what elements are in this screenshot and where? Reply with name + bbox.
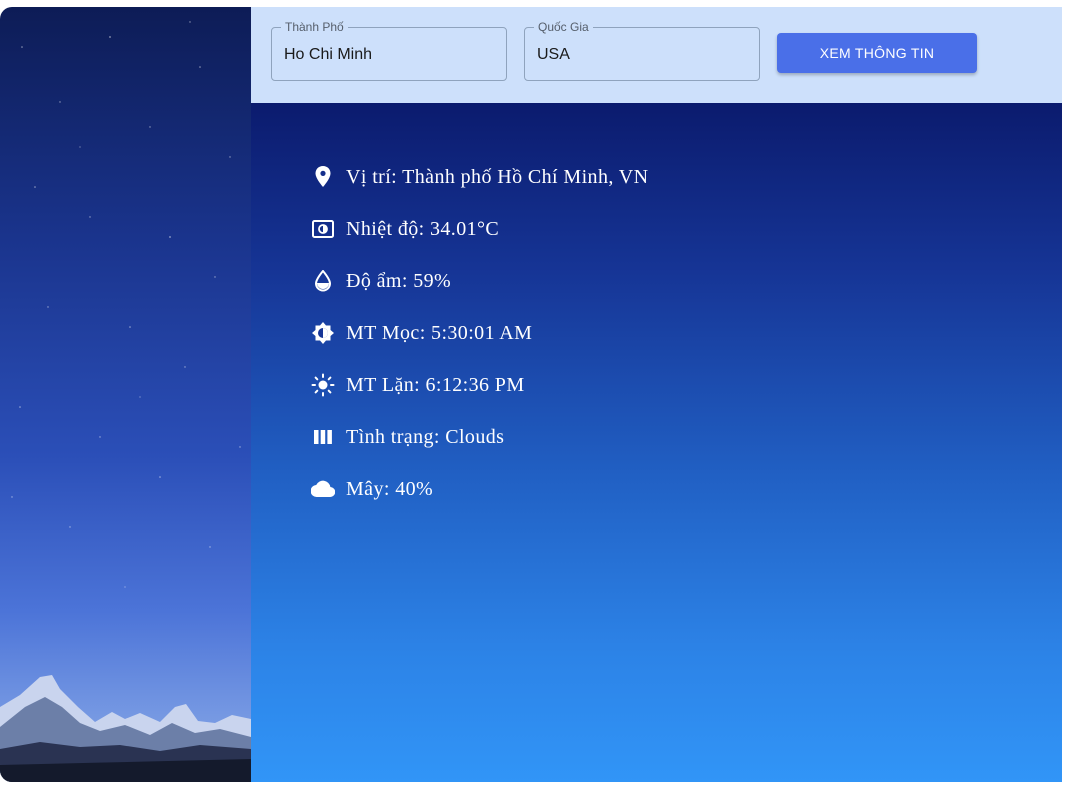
sunset-icon: [311, 373, 335, 397]
cloudiness-text: Mây: 40%: [346, 477, 434, 500]
sunrise-row: MT Mọc: 5:30:01 AM: [311, 319, 532, 347]
sunrise-icon: [311, 321, 335, 345]
condition-text: Tình trạng: Clouds: [346, 425, 505, 448]
country-field-label: Quốc Gia: [534, 19, 593, 35]
location-pin-icon: [311, 165, 335, 189]
sunrise-text: MT Mọc: 5:30:01 AM: [346, 321, 533, 344]
mountain-scene-illustration: [0, 21, 251, 782]
temperature-row: Nhiệt độ: 34.01°C: [311, 215, 499, 243]
sunset-text: MT Lặn: 6:12:36 PM: [346, 373, 525, 396]
view-info-button[interactable]: XEM THÔNG TIN: [777, 33, 977, 73]
humidity-text: Độ ẩm: 59%: [346, 269, 452, 292]
location-text: Vị trí: Thành phố Hồ Chí Minh, VN: [346, 165, 649, 188]
water-drop-icon: [311, 269, 335, 293]
cloudiness-row: Mây: 40%: [311, 475, 433, 503]
night-mountain-image: [0, 7, 251, 782]
weather-info-panel: Vị trí: Thành phố Hồ Chí Minh, VN Nhiệt …: [251, 103, 1062, 782]
search-bar: Thành Phố Ho Chi Minh Quốc Gia USA XEM T…: [251, 7, 1062, 103]
country-field[interactable]: Quốc Gia USA: [524, 19, 760, 81]
humidity-row: Độ ẩm: 59%: [311, 267, 451, 295]
temperature-text: Nhiệt độ: 34.01°C: [346, 217, 500, 240]
city-input[interactable]: Ho Chi Minh: [284, 45, 372, 65]
thermometer-icon: [311, 217, 335, 241]
city-field[interactable]: Thành Phố Ho Chi Minh: [271, 19, 507, 81]
country-input[interactable]: USA: [537, 45, 570, 65]
weather-app: Thành Phố Ho Chi Minh Quốc Gia USA XEM T…: [0, 7, 1062, 782]
condition-row: Tình trạng: Clouds: [311, 423, 504, 451]
main-panel: Thành Phố Ho Chi Minh Quốc Gia USA XEM T…: [251, 7, 1062, 782]
cloud-icon: [311, 477, 335, 501]
city-field-label: Thành Phố: [281, 19, 348, 35]
condition-icon: [311, 425, 335, 449]
location-row: Vị trí: Thành phố Hồ Chí Minh, VN: [311, 163, 648, 191]
sunset-row: MT Lặn: 6:12:36 PM: [311, 371, 525, 399]
